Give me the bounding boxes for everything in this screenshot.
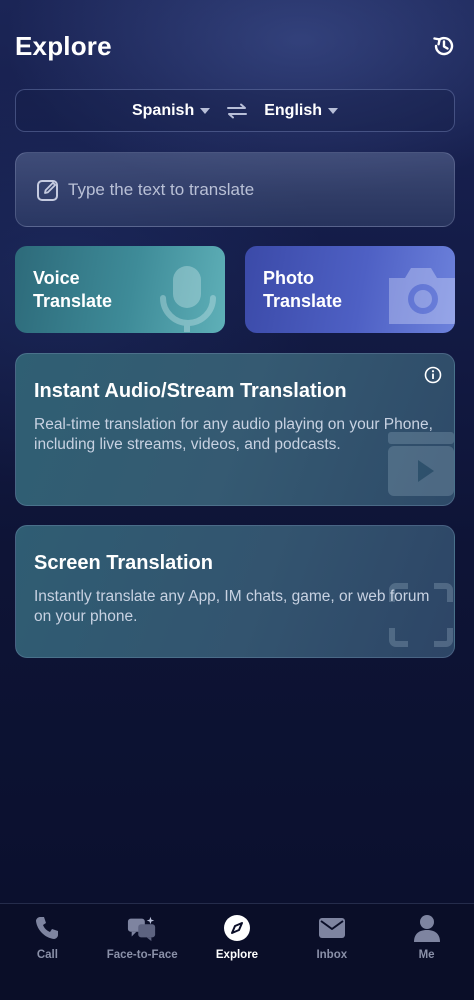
target-language-label: English — [264, 101, 322, 119]
screen-translation-card[interactable]: Screen Translation Instantly translate a… — [15, 525, 455, 658]
info-button[interactable] — [424, 366, 442, 389]
source-language-label: Spanish — [131, 101, 195, 119]
mail-icon — [318, 918, 345, 938]
nav-item-call[interactable]: Call — [0, 904, 95, 1000]
caret-down-icon — [328, 107, 338, 114]
nav-label-face-to-face: Face-to-Face — [106, 949, 178, 961]
history-button[interactable] — [429, 31, 459, 61]
audio-stream-translation-card[interactable]: Instant Audio/Stream Translation Real-ti… — [15, 353, 455, 506]
audio-card-description: Real-time translation for any audio play… — [34, 416, 433, 453]
nav-label-inbox: Inbox — [316, 949, 348, 961]
voice-translate-label: Voice Translate — [33, 267, 207, 313]
nav-label-explore: Explore — [215, 949, 259, 961]
edit-icon — [37, 179, 58, 201]
person-icon — [413, 915, 440, 942]
nav-label-call: Call — [36, 949, 58, 961]
history-icon — [433, 36, 454, 56]
nav-item-explore[interactable]: Explore — [190, 904, 285, 1000]
nav-item-me[interactable]: Me — [379, 904, 474, 1000]
header: Explore — [15, 26, 459, 66]
face-to-face-icon — [128, 916, 156, 942]
target-language-select[interactable]: English — [264, 102, 338, 120]
photo-translate-button[interactable]: Photo Translate — [245, 246, 455, 333]
translate-text-input[interactable]: Type the text to translate — [15, 152, 455, 227]
compass-icon — [223, 915, 250, 941]
voice-label-line1: Voice — [33, 268, 80, 288]
text-input-placeholder: Type the text to translate — [68, 179, 255, 199]
page-title: Explore — [15, 30, 112, 61]
swap-languages-button[interactable] — [226, 100, 248, 122]
source-language-select[interactable]: Spanish — [131, 101, 211, 120]
nav-item-inbox[interactable]: Inbox — [284, 904, 379, 1000]
nav-label-me: Me — [418, 949, 435, 961]
audio-card-title: Instant Audio/Stream Translation — [34, 380, 347, 402]
language-selector-bar: Spanish English — [15, 89, 455, 132]
phone-icon — [36, 917, 59, 939]
photo-label-line1: Photo — [263, 268, 314, 288]
bottom-navigation: Call Face-to-Face Explore Inbox Me — [0, 903, 474, 1000]
explore-screen: Explore Spanish English Type the text to… — [0, 0, 474, 1000]
photo-label-line2: Translate — [263, 291, 343, 311]
nav-item-face-to-face[interactable]: Face-to-Face — [95, 904, 190, 1000]
voice-translate-button[interactable]: Voice Translate — [15, 246, 225, 333]
info-icon — [424, 366, 442, 384]
voice-label-line2: Translate — [33, 291, 113, 311]
swap-arrows-icon — [227, 103, 248, 118]
photo-translate-label: Photo Translate — [263, 267, 437, 313]
screen-card-title: Screen Translation — [34, 552, 213, 574]
caret-down-icon — [200, 107, 211, 114]
screen-card-description: Instantly translate any App, IM chats, g… — [34, 588, 430, 625]
